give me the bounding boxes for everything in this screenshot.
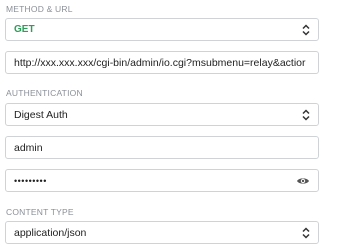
method-select[interactable]: GET: [5, 18, 319, 41]
chevron-up-down-icon: [300, 107, 312, 123]
content-type-value: application/json: [14, 226, 87, 239]
authentication-label: AUTHENTICATION: [6, 88, 83, 98]
password-value: •••••••••: [14, 175, 47, 186]
url-value: http://xxx.xxx.xxx/cgi-bin/admin/io.cgi?…: [14, 56, 306, 69]
chevron-up-down-icon: [300, 225, 312, 241]
username-value: admin: [14, 141, 43, 154]
eye-icon[interactable]: [294, 173, 312, 189]
content-type-label: CONTENT TYPE: [6, 207, 74, 217]
content-type-select[interactable]: application/json: [5, 221, 319, 244]
password-input[interactable]: •••••••••: [5, 169, 319, 192]
url-input[interactable]: http://xxx.xxx.xxx/cgi-bin/admin/io.cgi?…: [5, 51, 319, 74]
chevron-up-down-icon: [300, 22, 312, 38]
username-input[interactable]: admin: [5, 136, 319, 159]
auth-type-select[interactable]: Digest Auth: [5, 103, 319, 126]
method-value: GET: [14, 24, 35, 35]
auth-type-value: Digest Auth: [14, 108, 68, 121]
method-url-label: METHOD & URL: [6, 4, 73, 14]
